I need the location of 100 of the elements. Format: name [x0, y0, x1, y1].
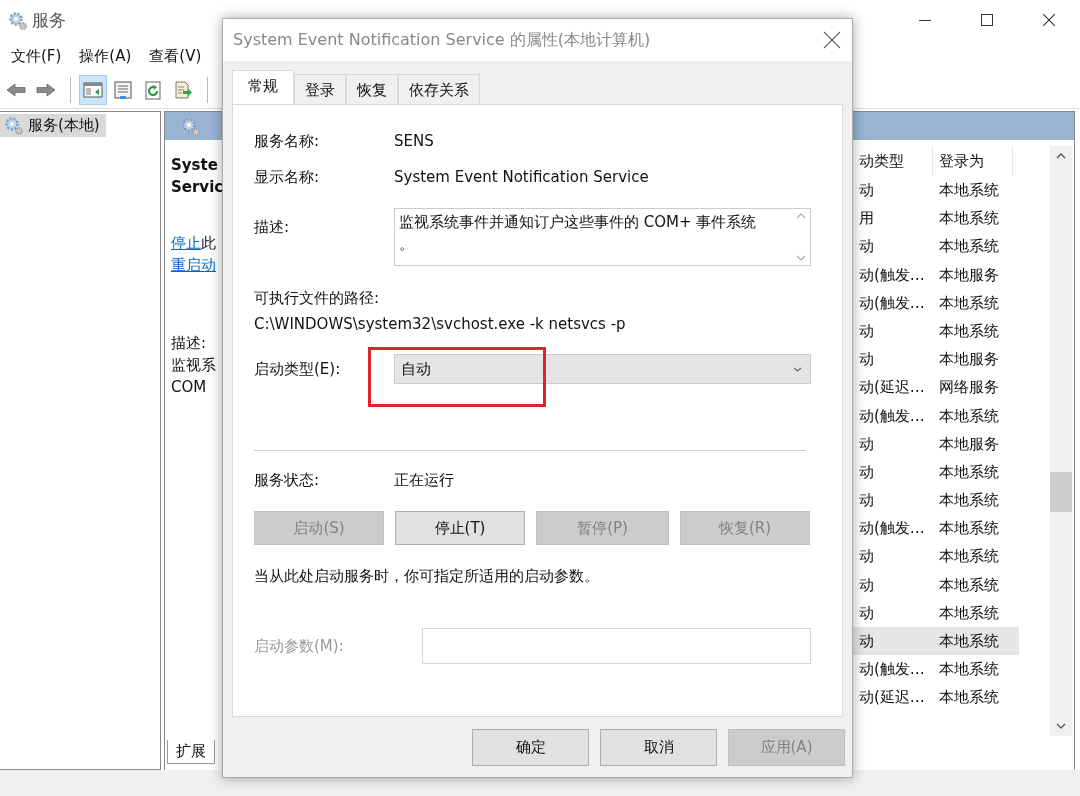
startup-type-cell-text: 动 — [858, 490, 875, 512]
scroll-down-icon[interactable] — [1056, 723, 1066, 729]
dialog-tab[interactable]: 常规 — [232, 70, 294, 104]
menu-item[interactable]: 操作(A) — [70, 46, 141, 66]
description-text: 监视系统事件并通知订户这些事件的 COM+ 事件系统 — [399, 212, 758, 233]
startup-type-cell-text: 动 — [858, 631, 875, 652]
logon-cell-text: 本地系统 — [938, 687, 1000, 709]
list-row[interactable]: 动 本地系统 — [853, 542, 1019, 571]
close-icon — [1043, 14, 1055, 26]
startup-type-cell-text: 动(延迟… — [858, 687, 926, 709]
description-text: COM — [171, 377, 207, 398]
dialog-tab[interactable]: 恢复 — [346, 74, 398, 104]
list-row[interactable]: 动 本地系统 — [853, 176, 1019, 205]
logon-cell-text: 本地服务 — [938, 264, 1000, 286]
list-row[interactable]: 动 本地服务 — [853, 345, 1019, 374]
service-control-button[interactable]: 停止(T) — [395, 511, 525, 545]
list-row[interactable]: 动(触发… 本地系统 — [853, 514, 1019, 543]
list-row[interactable]: 动(触发… 本地系统 — [853, 401, 1019, 430]
export-icon — [173, 80, 193, 100]
list-row[interactable]: 动(延迟… 本地系统 — [853, 683, 1019, 712]
dialog-tab[interactable]: 登录 — [294, 74, 346, 104]
startup-type-cell-text: 动 — [858, 349, 875, 371]
parameters-field[interactable] — [422, 628, 811, 664]
startup-type-cell-text: 动 — [858, 433, 875, 455]
logon-cell-text: 本地服务 — [938, 349, 1000, 371]
logon-cell-text: 本地系统 — [938, 180, 1000, 201]
column-header[interactable]: 登录为 — [933, 146, 1013, 176]
menu-item[interactable]: 查看(V) — [140, 46, 211, 66]
startup-type-cell-text: 动(延迟… — [858, 377, 926, 399]
scrollbar[interactable] — [1050, 146, 1072, 736]
startup-type-cell-text: 动(触发… — [858, 405, 926, 427]
description-label: 描述: — [171, 333, 207, 354]
field-value: SENS — [394, 132, 434, 150]
list-row[interactable]: 动 本地系统 — [853, 486, 1019, 515]
status-value: 正在运行 — [394, 470, 454, 490]
tree-item[interactable]: 服务(本地) — [0, 114, 106, 137]
scrollbar-thumb[interactable] — [1050, 472, 1072, 512]
startup-type-cell-text: 动 — [858, 180, 875, 201]
gear-icon — [4, 116, 23, 135]
link-suffix: 此 — [201, 234, 216, 252]
scroll-up-icon[interactable] — [1056, 153, 1066, 159]
hint-text: 当从此处启动服务时，你可指定所适用的启动参数。 — [254, 566, 600, 586]
list-row[interactable]: 动 本地系统 — [853, 232, 1019, 261]
startup-type-cell-text: 动 — [858, 546, 875, 568]
field-label: 服务状态: — [254, 470, 321, 490]
startup-type-cell-text: 动 — [858, 320, 875, 342]
refresh-icon — [143, 80, 163, 100]
dialog-tab[interactable]: 依存关系 — [398, 74, 480, 104]
field-label: 服务名称: — [254, 131, 321, 151]
logon-cell-text: 本地系统 — [938, 518, 1000, 540]
list-row[interactable]: 动(延迟… 网络服务 — [853, 373, 1019, 402]
description-text: 。 — [399, 234, 415, 255]
startup-type-cell-text: 动 — [858, 236, 875, 258]
back-arrow-icon — [6, 80, 26, 100]
dialog-button[interactable]: 确定 — [472, 729, 589, 766]
menu-item[interactable]: 文件(F) — [2, 46, 71, 66]
list-row[interactable]: 动 本地服务 — [853, 429, 1019, 458]
list-row[interactable]: 动 本地系统 — [853, 457, 1019, 487]
maximize-icon — [981, 14, 993, 26]
panel-toggle-icon — [83, 80, 103, 100]
logon-cell-text: 本地系统 — [938, 631, 1000, 652]
properties-icon — [113, 80, 133, 100]
logon-cell-text: 本地服务 — [938, 433, 1000, 455]
view-tab[interactable]: 扩展 — [167, 740, 215, 764]
list-row[interactable]: 用 本地系统 — [853, 204, 1019, 233]
list-row[interactable]: 动(触发… 本地系统 — [853, 288, 1019, 317]
description-text: 监视系 — [171, 355, 216, 376]
tree-item-label: 服务(本地) — [28, 116, 100, 135]
list-row[interactable]: 动 本地系统 — [853, 570, 1019, 599]
list-row[interactable]: 动(触发… 本地系统 — [853, 655, 1019, 684]
forward-arrow-icon — [36, 80, 56, 100]
startup-type-cell-text: 动(触发… — [858, 292, 926, 314]
logon-cell-text: 本地系统 — [938, 602, 1000, 624]
action-link[interactable]: 重启动 — [171, 256, 216, 274]
toolbar-button[interactable] — [79, 75, 107, 105]
startup-type-cell-text: 用 — [858, 208, 875, 230]
logon-cell-text: 本地系统 — [938, 208, 1000, 230]
startup-type-dropdown[interactable]: 自动 — [394, 354, 811, 384]
path-value: C:\WINDOWS\system32\svchost.exe -k netsvcs -p — [254, 314, 627, 334]
list-row[interactable]: 动 本地系统 — [853, 316, 1019, 346]
logon-cell-text: 本地系统 — [938, 405, 1000, 427]
field-label: 可执行文件的路径: — [254, 288, 381, 308]
logon-cell-text: 本地系统 — [938, 236, 1000, 258]
action-link[interactable]: 停止 — [171, 234, 201, 252]
close-icon — [823, 31, 841, 49]
service-title: Syste — [171, 155, 218, 176]
logon-cell-text: 本地系统 — [938, 461, 1000, 483]
gear-icon — [8, 10, 27, 30]
startup-type-cell-text: 动 — [858, 602, 875, 624]
window-title: 服务 — [32, 8, 66, 32]
gear-icon — [181, 116, 200, 136]
list-row[interactable]: 动 本地系统 — [853, 627, 1019, 656]
field-label: 启动参数(M): — [254, 636, 345, 656]
startup-type-cell-text: 动(触发… — [858, 518, 926, 540]
dialog-title: System Event Notification Service 的属性(本地计算机) — [233, 29, 652, 51]
dialog-button[interactable]: 取消 — [600, 729, 717, 766]
list-row[interactable]: 动 本地系统 — [853, 598, 1019, 627]
startup-type-cell-text: 动(触发… — [858, 264, 926, 286]
caret-icon — [793, 366, 802, 372]
list-row[interactable]: 动(触发… 本地服务 — [853, 260, 1019, 289]
